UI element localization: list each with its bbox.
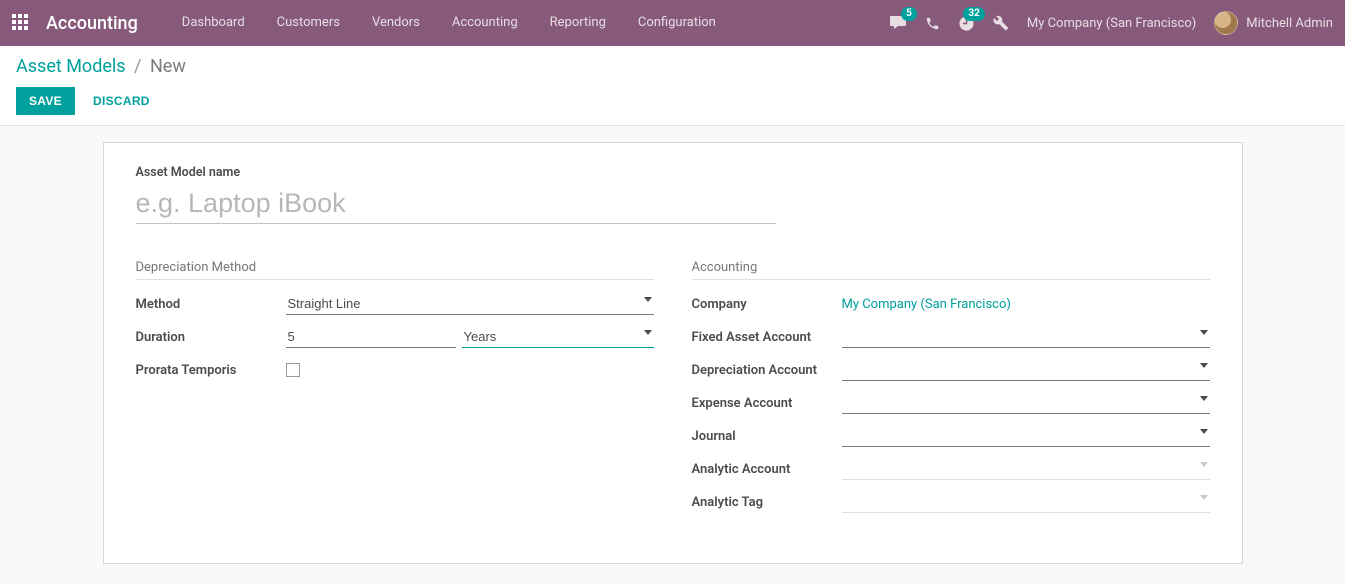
method-select[interactable] xyxy=(286,293,654,315)
menu-accounting[interactable]: Accounting xyxy=(436,0,534,46)
group-depreciation-method: Depreciation Method xyxy=(136,260,654,280)
breadcrumb: Asset Models / New xyxy=(16,56,1329,77)
title-label: Asset Model name xyxy=(136,165,1210,180)
left-column: Depreciation Method Method Duration xyxy=(136,260,654,523)
activities-badge: 32 xyxy=(963,7,984,21)
messages-icon[interactable]: 5 xyxy=(889,15,907,31)
menu-configuration[interactable]: Configuration xyxy=(622,0,732,46)
label-depreciation-account: Depreciation Account xyxy=(692,363,842,378)
top-navbar: Accounting Dashboard Customers Vendors A… xyxy=(0,0,1345,46)
journal-select[interactable] xyxy=(842,425,1210,447)
company-switcher[interactable]: My Company (San Francisco) xyxy=(1027,16,1196,31)
right-column: Accounting Company My Company (San Franc… xyxy=(692,260,1210,523)
prorata-checkbox[interactable] xyxy=(286,363,300,377)
label-company: Company xyxy=(692,297,842,312)
label-journal: Journal xyxy=(692,429,842,444)
user-menu[interactable]: Mitchell Admin xyxy=(1214,11,1333,35)
menu-reporting[interactable]: Reporting xyxy=(534,0,622,46)
phone-icon[interactable] xyxy=(925,16,940,31)
company-value[interactable]: My Company (San Francisco) xyxy=(842,297,1011,312)
main-menu: Dashboard Customers Vendors Accounting R… xyxy=(166,0,732,46)
analytic-tag-select[interactable] xyxy=(842,491,1210,513)
app-brand[interactable]: Accounting xyxy=(46,13,138,34)
save-button[interactable]: SAVE xyxy=(16,87,75,115)
label-analytic-account: Analytic Account xyxy=(692,462,842,477)
method-value[interactable] xyxy=(286,293,654,315)
breadcrumb-parent[interactable]: Asset Models xyxy=(16,56,126,77)
navbar-right: 5 32 My Company (San Francisco) Mitchell… xyxy=(889,11,1333,35)
breadcrumb-separator: / xyxy=(134,56,141,77)
asset-model-name-input[interactable] xyxy=(136,186,776,224)
menu-customers[interactable]: Customers xyxy=(261,0,356,46)
label-expense-account: Expense Account xyxy=(692,396,842,411)
duration-unit-value[interactable] xyxy=(462,326,654,348)
depreciation-account-select[interactable] xyxy=(842,359,1210,381)
avatar xyxy=(1214,11,1238,35)
duration-unit-select[interactable] xyxy=(462,326,654,348)
label-duration: Duration xyxy=(136,330,286,345)
fixed-asset-account-select[interactable] xyxy=(842,326,1210,348)
menu-vendors[interactable]: Vendors xyxy=(356,0,436,46)
sheet-wrapper: Asset Model name Depreciation Method Met… xyxy=(0,126,1345,584)
group-accounting: Accounting xyxy=(692,260,1210,280)
label-fixed-asset-account: Fixed Asset Account xyxy=(692,330,842,345)
label-prorata: Prorata Temporis xyxy=(136,363,286,378)
menu-dashboard[interactable]: Dashboard xyxy=(166,0,261,46)
user-name: Mitchell Admin xyxy=(1246,16,1333,31)
messages-badge: 5 xyxy=(901,7,917,21)
expense-account-select[interactable] xyxy=(842,392,1210,414)
label-analytic-tag: Analytic Tag xyxy=(692,495,842,510)
debug-icon[interactable] xyxy=(993,15,1009,31)
form-sheet: Asset Model name Depreciation Method Met… xyxy=(103,142,1243,564)
apps-icon[interactable] xyxy=(12,14,30,32)
label-method: Method xyxy=(136,297,286,312)
analytic-account-select[interactable] xyxy=(842,458,1210,480)
activities-icon[interactable]: 32 xyxy=(958,15,975,32)
breadcrumb-current: New xyxy=(150,56,186,77)
discard-button[interactable]: DISCARD xyxy=(83,88,160,114)
duration-number-input[interactable] xyxy=(286,326,456,348)
control-panel: Asset Models / New SAVE DISCARD xyxy=(0,46,1345,126)
